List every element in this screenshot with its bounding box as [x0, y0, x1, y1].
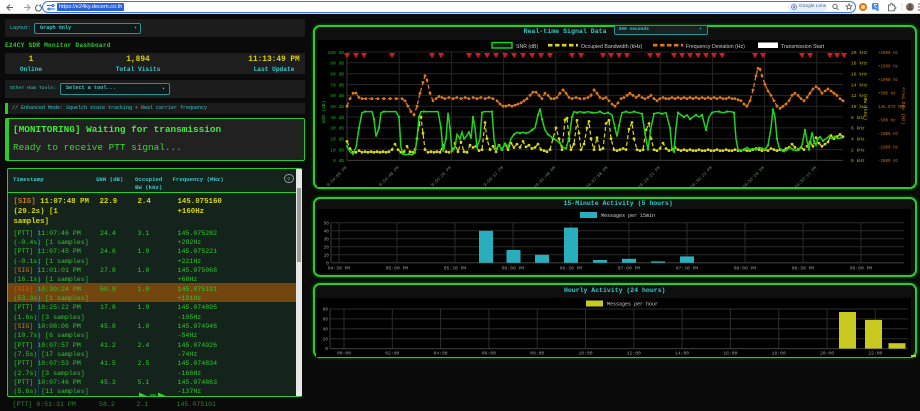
svg-text:22:00: 22:00	[868, 351, 882, 357]
svg-text:-2000 Hz: -2000 Hz	[878, 160, 899, 164]
svg-text:08:00: 08:00	[530, 351, 544, 357]
svg-text:08:30 PM: 08:30 PM	[792, 266, 815, 272]
svg-text:0 kHz: 0 kHz	[851, 158, 865, 164]
svg-text:4 kHz: 4 kHz	[851, 137, 865, 143]
svg-text:SNR (dB): SNR (dB)	[516, 44, 538, 50]
svg-text:60: 60	[323, 317, 329, 323]
svg-text:18:00: 18:00	[772, 351, 786, 357]
svg-text:40: 40	[323, 326, 329, 332]
svg-text:16 kHz: 16 kHz	[851, 72, 868, 78]
svg-text:02:00: 02:00	[385, 351, 399, 357]
svg-text:40: 40	[324, 228, 330, 234]
svg-text:20 kHz: 20 kHz	[851, 50, 868, 56]
svg-text:06:00 PM: 06:00 PM	[502, 266, 525, 272]
svg-text:20 dB: 20 dB	[330, 137, 344, 143]
svg-text:18 kHz: 18 kHz	[851, 61, 868, 67]
svg-text:90 dB: 90 dB	[330, 61, 344, 67]
svg-text:14 kHz: 14 kHz	[851, 82, 868, 88]
svg-text:04:00: 04:00	[434, 351, 448, 357]
svg-text:09:00 PM: 09:00 PM	[850, 266, 873, 272]
svg-text:80 dB: 80 dB	[330, 72, 344, 78]
svg-text:50: 50	[324, 220, 330, 226]
svg-text:50 dB: 50 dB	[330, 104, 344, 110]
svg-text:Messages per 15min: Messages per 15min	[601, 213, 655, 219]
svg-text:10: 10	[324, 252, 330, 258]
svg-text:20: 20	[324, 244, 330, 250]
svg-text:Frequency Deviation (Hz): Frequency Deviation (Hz)	[686, 44, 745, 50]
svg-text:07:30 PM: 07:30 PM	[676, 266, 699, 272]
svg-text:40 dB: 40 dB	[330, 115, 344, 121]
svg-text:14:00: 14:00	[675, 351, 689, 357]
svg-text:04:30 PM: 04:30 PM	[328, 266, 351, 272]
svg-text:6 kHz: 6 kHz	[851, 126, 865, 132]
svg-text:20: 20	[323, 336, 329, 342]
svg-text:80: 80	[323, 307, 329, 313]
svg-text:+2000 Hz: +2000 Hz	[878, 52, 899, 56]
svg-text:-500 Hz: -500 Hz	[878, 120, 896, 124]
svg-text:0 dB: 0 dB	[333, 158, 344, 164]
svg-text:SNR (dB): SNR (dB)	[321, 100, 327, 123]
svg-text:Messages per hour: Messages per hour	[607, 302, 658, 308]
svg-text:30: 30	[324, 236, 330, 242]
svg-text:05:00 PM: 05:00 PM	[386, 266, 409, 272]
svg-text:16:00: 16:00	[723, 351, 737, 357]
svg-text:0: 0	[326, 260, 329, 266]
svg-text:60 dB: 60 dB	[330, 93, 344, 99]
svg-text:10:00: 10:00	[578, 351, 592, 357]
svg-text:Transmission Start: Transmission Start	[781, 44, 825, 50]
svg-text:05:30 PM: 05:30 PM	[444, 266, 467, 272]
svg-text:+500 Hz: +500 Hz	[878, 93, 896, 97]
svg-text:06:00: 06:00	[482, 351, 496, 357]
svg-text:+1500 Hz: +1500 Hz	[878, 65, 899, 69]
svg-text:-1000 Hz: -1000 Hz	[878, 133, 899, 137]
svg-text:07:00 PM: 07:00 PM	[618, 266, 641, 272]
svg-text:30 dB: 30 dB	[330, 126, 344, 132]
svg-text:BW (kHz): BW (kHz)	[862, 97, 868, 120]
svg-text:Freq Dev (Hz): Freq Dev (Hz)	[900, 87, 906, 125]
svg-text:-1500 Hz: -1500 Hz	[878, 147, 899, 151]
svg-text:100 dB: 100 dB	[327, 50, 344, 56]
svg-text:10 dB: 10 dB	[330, 147, 344, 153]
svg-text:20:00: 20:00	[820, 351, 834, 357]
svg-text:12:00: 12:00	[627, 351, 641, 357]
svg-text:70 dB: 70 dB	[330, 82, 344, 88]
svg-text:00:00: 00:00	[337, 351, 351, 357]
svg-text:+1000 Hz: +1000 Hz	[878, 79, 899, 83]
svg-text:06:30 PM: 06:30 PM	[560, 266, 583, 272]
svg-text:0: 0	[325, 346, 328, 352]
svg-text:08:00 PM: 08:00 PM	[734, 266, 757, 272]
svg-text:2 kHz: 2 kHz	[851, 147, 865, 153]
svg-text:Occupied Bandwidth (kHz): Occupied Bandwidth (kHz)	[581, 44, 643, 50]
